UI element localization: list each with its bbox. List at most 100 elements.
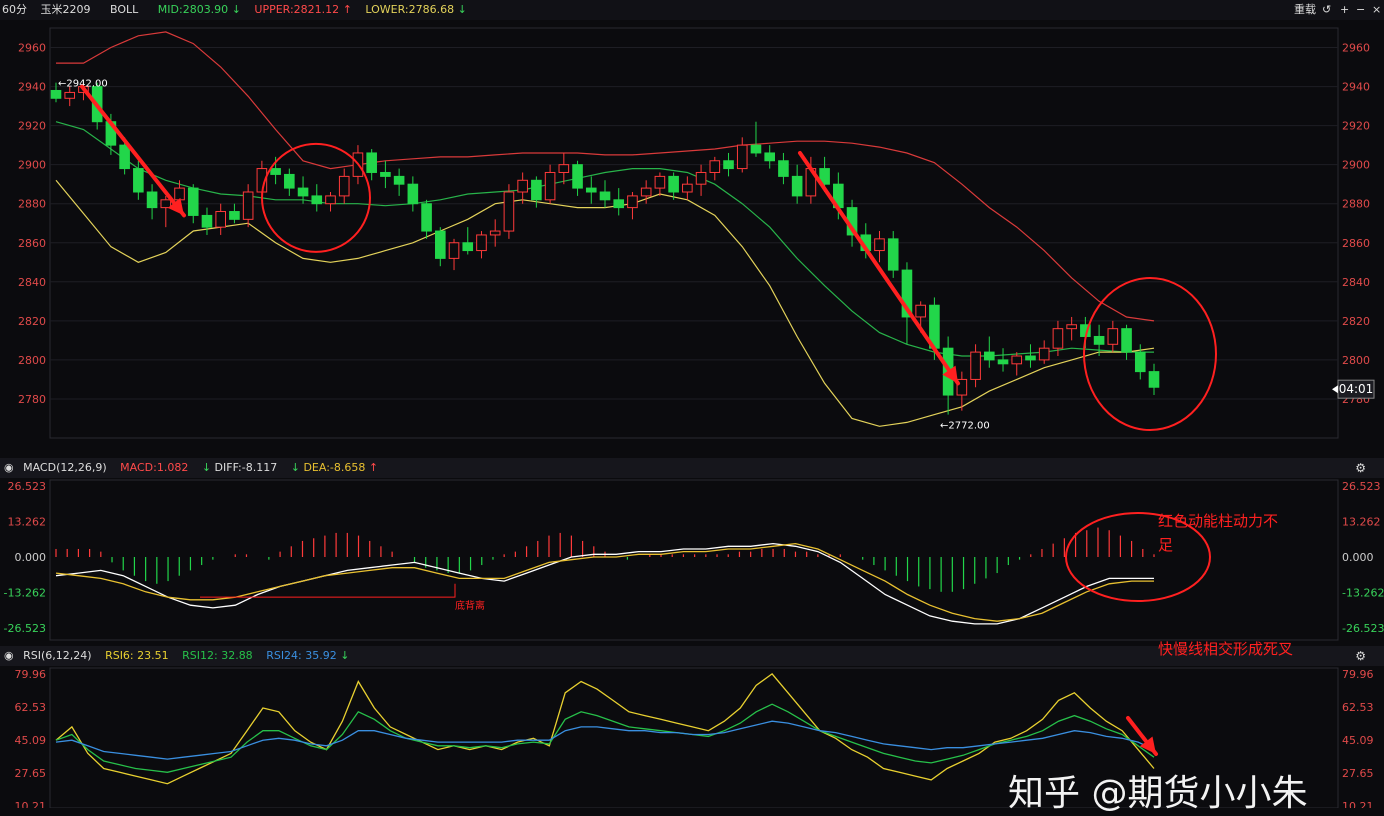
candle-body bbox=[325, 195, 336, 205]
boll-upper-value: UPPER:2821.12 bbox=[254, 3, 340, 16]
candle-body bbox=[1066, 324, 1077, 330]
arrow-down-icon: ↓ bbox=[290, 461, 300, 474]
candle-body bbox=[668, 175, 679, 193]
macd-chart[interactable]: 26.523 26.523 13.262 13.262 0.000 0.000 -13.26… bbox=[0, 478, 1384, 646]
rsi-y-tick-left: 10.21 bbox=[15, 800, 47, 808]
trend-arrow-1 bbox=[80, 84, 186, 218]
boll-upper-line bbox=[56, 31, 1155, 322]
candle-body bbox=[599, 191, 611, 201]
undo-icon[interactable]: ↺ bbox=[1322, 0, 1331, 20]
divergence-bracket bbox=[200, 583, 456, 598]
y-tick-right: 2960 bbox=[1342, 42, 1370, 55]
candle-body bbox=[750, 144, 762, 154]
y-tick-right: 2920 bbox=[1342, 120, 1370, 133]
candle-body bbox=[915, 304, 926, 318]
candle-body bbox=[613, 199, 625, 209]
y-tick-left: 2920 bbox=[18, 120, 46, 133]
rsi-line-rsi24 bbox=[55, 720, 1155, 760]
candle-body bbox=[544, 171, 556, 201]
candle-body bbox=[791, 175, 803, 197]
candle-body bbox=[874, 238, 885, 252]
rsi12-value: RSI12: 32.88 bbox=[182, 649, 253, 662]
eye-icon[interactable]: ◉ bbox=[4, 461, 14, 474]
candle-body bbox=[531, 179, 542, 201]
candle-body bbox=[983, 351, 995, 361]
candle-body bbox=[585, 187, 597, 193]
rsi6-value: RSI6: 23.51 bbox=[105, 649, 169, 662]
candle-body bbox=[270, 168, 281, 175]
settings-icon[interactable]: ⚙ bbox=[1355, 458, 1366, 478]
boll-mid-value: MID:2803.90 bbox=[157, 3, 229, 16]
candle-body bbox=[50, 89, 62, 99]
y-tick-right: 2880 bbox=[1342, 198, 1370, 211]
y-tick-right: 2820 bbox=[1342, 315, 1370, 328]
candle-body bbox=[709, 160, 721, 173]
candle-body bbox=[187, 187, 199, 216]
boll-lower-value: LOWER:2786.68 bbox=[365, 3, 455, 16]
candle-body bbox=[393, 175, 405, 185]
candle-body bbox=[1038, 347, 1050, 361]
watermark: 知乎 @期货小小朱 bbox=[1008, 773, 1308, 814]
candle-body bbox=[462, 242, 474, 252]
diff-value: DIFF:-8.117 bbox=[214, 461, 278, 474]
macd-y-tick-left: 0.000 bbox=[15, 551, 47, 564]
candle-body bbox=[434, 230, 446, 259]
candle-body bbox=[1052, 328, 1064, 349]
macd-title[interactable]: MACD(12,26,9) bbox=[23, 461, 107, 474]
close-icon[interactable]: × bbox=[1372, 0, 1381, 20]
candle-body bbox=[778, 160, 789, 177]
dea-value: DEA:-8.658 bbox=[303, 461, 366, 474]
y-tick-left: 2780 bbox=[18, 393, 46, 406]
candle-body bbox=[1134, 351, 1146, 373]
candle-body bbox=[640, 187, 652, 197]
y-tick-left: 2800 bbox=[18, 354, 46, 367]
zoom-out-icon[interactable]: − bbox=[1356, 0, 1365, 20]
rsi-y-tick-left: 45.09 bbox=[15, 734, 47, 747]
trend-arrow-2 bbox=[798, 150, 960, 386]
rsi-title[interactable]: RSI(6,12,24) bbox=[23, 649, 91, 662]
divergence-label: 底背离 bbox=[455, 599, 485, 612]
arrow-down-icon: ↓ bbox=[231, 3, 241, 16]
arrow-down-icon: ↓ bbox=[201, 461, 212, 474]
cross-note: 快慢线相交形成死叉 bbox=[1158, 640, 1294, 658]
candlestick-chart[interactable]: 2960 2960 2940 2940 2920 2920 2900 2900 2880 2880… bbox=[0, 20, 1384, 458]
candle-body bbox=[297, 187, 309, 197]
y-tick-right: 2900 bbox=[1342, 159, 1370, 172]
low-price-label: ←2772.00 bbox=[940, 421, 990, 432]
period-label[interactable]: 60分 bbox=[2, 3, 27, 16]
macd-note-line2: 足 bbox=[1158, 536, 1174, 554]
settings-icon[interactable]: ⚙ bbox=[1355, 646, 1366, 666]
candle-body bbox=[133, 168, 144, 193]
y-tick-left: 2840 bbox=[18, 276, 46, 289]
candle-body bbox=[366, 152, 377, 173]
candle-body bbox=[764, 152, 776, 162]
candle-body bbox=[997, 359, 1009, 365]
candle-body bbox=[201, 214, 213, 228]
eye-icon[interactable]: ◉ bbox=[4, 649, 14, 662]
indicator-label[interactable]: BOLL bbox=[110, 3, 138, 16]
rsi24-value: RSI24: 35.92 bbox=[266, 649, 337, 662]
macd-y-tick-right: -26.523 bbox=[1342, 622, 1384, 635]
macd-y-tick-right: 0.000 bbox=[1342, 551, 1374, 564]
reset-button[interactable]: 重载 bbox=[1294, 0, 1316, 20]
arrow-up-icon: ↑ bbox=[342, 3, 352, 16]
macd-note-line1: 红色动能柱动力不 bbox=[1158, 512, 1279, 530]
zoom-in-icon[interactable]: + bbox=[1340, 0, 1349, 20]
macd-header: ◉ MACD(12,26,9) MACD:1.082 ↓ DIFF:-8.117… bbox=[0, 458, 1384, 478]
rsi-y-tick-left: 27.65 bbox=[15, 767, 47, 780]
rsi-y-tick-right: 79.96 bbox=[1342, 668, 1374, 681]
arrow-down-icon: ↓ bbox=[340, 649, 350, 662]
candle-body bbox=[407, 183, 419, 205]
y-tick-left: 2960 bbox=[18, 42, 46, 55]
y-tick-right: 2800 bbox=[1342, 354, 1370, 367]
candle-body bbox=[1011, 355, 1023, 365]
candle-body bbox=[558, 164, 570, 173]
candle-body bbox=[503, 191, 515, 232]
main-chart-header: 60分 玉米2209 BOLL MID:2803.90 ↓ UPPER:2821… bbox=[0, 0, 1384, 20]
candle-body bbox=[174, 187, 185, 201]
price-tag-label: 04:01 bbox=[1339, 382, 1374, 396]
candle-body bbox=[627, 195, 638, 209]
macd-y-tick-right: 13.262 bbox=[1342, 515, 1381, 528]
candle-body bbox=[146, 191, 158, 209]
candle-body bbox=[1093, 335, 1105, 345]
